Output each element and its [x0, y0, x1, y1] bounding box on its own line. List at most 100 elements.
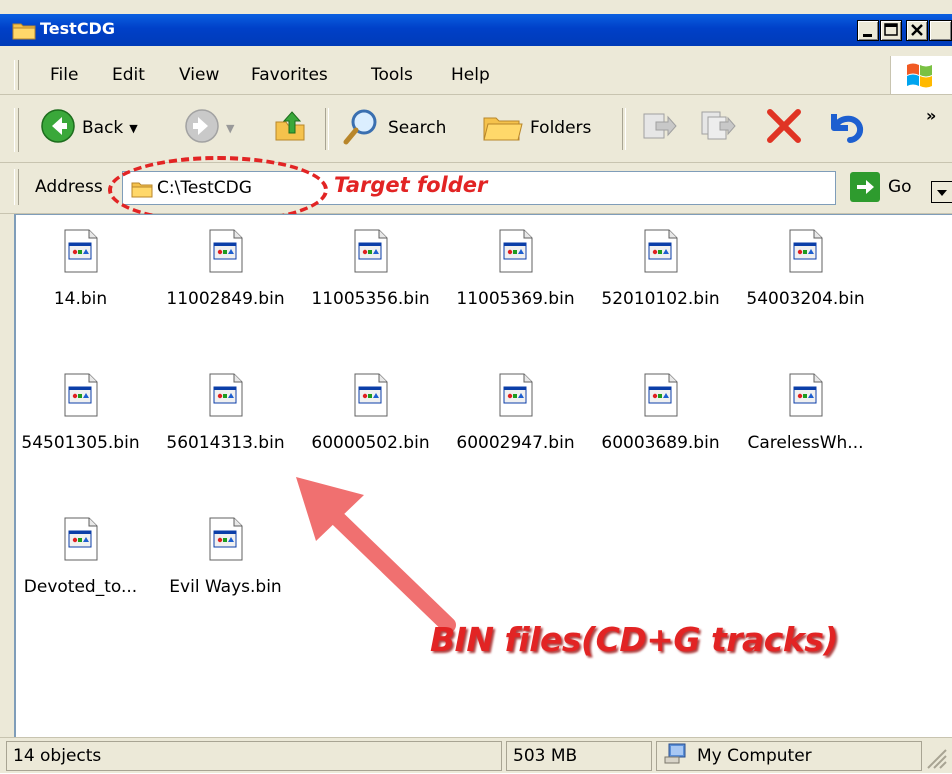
status-bar: 14 objects 503 MB My Computer — [0, 737, 952, 774]
file-item[interactable]: 60000502.bin — [298, 373, 443, 453]
copy-to-button[interactable] — [698, 104, 738, 152]
menu-bar: File Edit View Favorites Tools Help — [0, 56, 952, 95]
file-item[interactable]: 14.bin — [8, 229, 153, 309]
menu-tools[interactable]: Tools — [369, 65, 415, 85]
close-button[interactable] — [906, 20, 928, 41]
maximize-button[interactable] — [880, 20, 902, 41]
file-name: 11002849.bin — [166, 289, 285, 309]
bin-file-icon — [298, 229, 443, 277]
bin-file-icon — [443, 373, 588, 421]
file-item[interactable]: 56014313.bin — [153, 373, 298, 453]
delete-x-icon — [764, 106, 804, 150]
back-dropdown-icon[interactable]: ▼ — [129, 122, 137, 135]
address-dropdown-button[interactable] — [931, 181, 952, 203]
back-arrow-icon — [40, 108, 76, 148]
windows-logo — [890, 56, 952, 94]
file-name: 11005369.bin — [456, 289, 575, 309]
bin-file-icon — [733, 229, 878, 277]
file-item[interactable]: 60002947.bin — [443, 373, 588, 453]
file-name: 11005356.bin — [311, 289, 430, 309]
window-edge — [929, 20, 952, 41]
toolbar-grip[interactable] — [14, 108, 19, 152]
status-size-text: 503 MB — [513, 746, 578, 766]
back-label: Back — [82, 118, 124, 138]
annotation-arrow-icon — [296, 477, 456, 633]
file-item[interactable]: 54003204.bin — [733, 229, 878, 309]
undo-icon — [826, 106, 866, 150]
file-name: 60000502.bin — [311, 433, 430, 453]
go-label: Go — [888, 177, 912, 197]
status-location-text: My Computer — [697, 746, 812, 766]
file-item[interactable]: 11002849.bin — [153, 229, 298, 309]
file-item[interactable]: Devoted_to... — [8, 517, 153, 597]
go-arrow-icon — [850, 172, 880, 202]
bin-file-icon — [8, 373, 153, 421]
file-item[interactable]: CarelessWh... — [733, 373, 878, 453]
forward-dropdown-icon[interactable]: ▼ — [226, 122, 234, 135]
file-item[interactable]: 60003689.bin — [588, 373, 733, 453]
toolbar-separator — [325, 108, 329, 150]
bin-file-icon — [588, 373, 733, 421]
toolbar-separator — [622, 108, 626, 150]
forward-arrow-icon — [184, 108, 220, 148]
menu-grip[interactable] — [14, 60, 19, 90]
forward-button[interactable]: ▼ — [184, 104, 234, 152]
target-folder-annotation: Target folder — [334, 173, 488, 197]
file-name: CarelessWh... — [747, 433, 864, 453]
status-size: 503 MB — [506, 741, 652, 771]
folder-icon — [12, 19, 36, 45]
window-title: TestCDG — [40, 19, 115, 38]
delete-button[interactable] — [764, 104, 804, 152]
undo-button[interactable] — [826, 104, 866, 152]
bin-file-icon — [153, 229, 298, 277]
bin-file-icon — [8, 229, 153, 277]
title-bar[interactable]: TestCDG — [0, 14, 952, 46]
back-button[interactable]: Back ▼ — [40, 104, 138, 152]
menu-file[interactable]: File — [48, 65, 80, 85]
status-objects-text: 14 objects — [13, 746, 102, 766]
bin-file-icon — [588, 229, 733, 277]
menu-help[interactable]: Help — [449, 65, 492, 85]
move-to-button[interactable] — [638, 104, 678, 152]
search-label: Search — [388, 118, 447, 138]
file-name: 14.bin — [53, 289, 108, 309]
toolbar-chevron-more[interactable]: » — [926, 106, 936, 125]
bin-file-icon — [298, 373, 443, 421]
file-item[interactable]: 11005369.bin — [443, 229, 588, 309]
resize-grip-icon[interactable] — [922, 744, 948, 770]
file-name: 54501305.bin — [21, 433, 140, 453]
menu-view[interactable]: View — [177, 65, 221, 85]
file-item[interactable]: 11005356.bin — [298, 229, 443, 309]
file-name: 54003204.bin — [746, 289, 865, 309]
folders-icon — [482, 108, 524, 148]
move-to-icon — [638, 108, 678, 148]
bin-file-icon — [733, 373, 878, 421]
file-name: 56014313.bin — [166, 433, 285, 453]
up-folder-icon — [272, 108, 308, 148]
explorer-window: TestCDG File Edit View Favorites Tools H… — [0, 0, 952, 773]
status-location: My Computer — [656, 741, 922, 771]
bin-file-icon — [153, 373, 298, 421]
menu-edit[interactable]: Edit — [110, 65, 147, 85]
file-name: 60002947.bin — [456, 433, 575, 453]
bin-files-annotation: BIN files(CD+G tracks) — [430, 620, 839, 659]
status-objects: 14 objects — [6, 741, 502, 771]
file-item[interactable]: 52010102.bin — [588, 229, 733, 309]
bin-file-icon — [443, 229, 588, 277]
address-grip[interactable] — [14, 169, 19, 205]
copy-to-icon — [698, 108, 738, 148]
file-item[interactable]: 54501305.bin — [8, 373, 153, 453]
bin-file-icon — [8, 517, 153, 565]
folders-label: Folders — [530, 118, 592, 138]
up-folder-button[interactable] — [272, 104, 308, 152]
minimize-button[interactable] — [857, 20, 879, 41]
toolbar: Back ▼ ▼ Search Folders » — [0, 96, 952, 163]
file-name: 52010102.bin — [601, 289, 720, 309]
search-button[interactable]: Search — [342, 104, 446, 152]
menu-favorites[interactable]: Favorites — [249, 65, 330, 85]
address-label: Address — [35, 177, 103, 197]
go-button[interactable]: Go — [850, 172, 912, 202]
my-computer-icon — [663, 742, 689, 771]
folders-button[interactable]: Folders — [482, 104, 591, 152]
file-name: Devoted_to... — [23, 577, 138, 597]
